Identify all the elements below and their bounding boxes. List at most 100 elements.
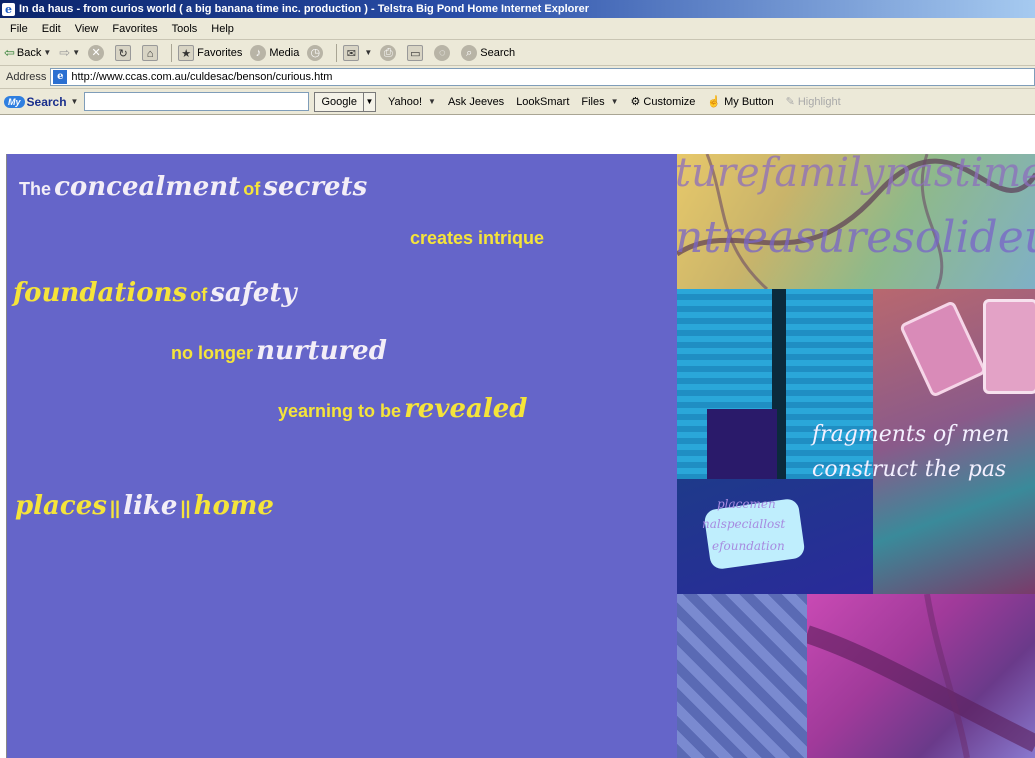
poem-word: secrets [263,172,368,202]
address-url: http://www.ccas.com.au/culdesac/benson/c… [71,71,333,83]
ask-jeeves-link[interactable]: Ask Jeeves [448,96,504,108]
poem-link-places[interactable]: places [15,491,107,521]
poem-line-6: places || like || home [15,491,274,521]
stop-button[interactable]: ✕ [88,44,107,61]
stop-icon: ✕ [88,44,105,61]
back-dropdown-icon[interactable]: ▼ [43,48,51,57]
toolbar-divider [336,43,338,62]
looksmart-link[interactable]: LookSmart [516,96,569,108]
customize-button[interactable]: ⚙ Customize [631,95,696,109]
address-bar: Address e http://www.ccas.com.au/culdesa… [0,66,1035,89]
poem-word: foundations [13,278,188,308]
home-button[interactable]: ⌂ [142,44,161,61]
yahoo-link[interactable]: Yahoo! ▼ [388,96,436,108]
yahoo-label: Yahoo! [387,95,423,108]
media-label: Media [269,46,300,59]
print-button[interactable]: ⎙ [380,44,399,61]
menu-tools[interactable]: Tools [166,23,206,35]
home-icon: ⌂ [142,44,159,61]
mysearch-logo[interactable]: My Search ▼ [4,95,78,109]
collage-small-text-2: nalspeciallost [702,517,786,531]
mysearch-toolbar: My Search ▼ Google ▼ Yahoo! ▼ Ask Jeeves… [0,89,1035,115]
standard-toolbar: ⇦ Back ▼ ⇨ ▼ ✕ ↻ ⌂ ★ Favorites ♪ Media ◷… [0,40,1035,66]
can-shape [898,300,988,398]
trunk-graphic [807,594,1035,758]
page-icon: e [53,70,68,84]
highlighter-icon: ✎ [785,96,795,108]
menu-help[interactable]: Help [205,23,242,35]
poem-panel: The concealment of secrets creates intri… [7,154,677,758]
favorites-button[interactable]: ★ Favorites [178,44,242,61]
poem-word: revealed [404,394,528,424]
history-button[interactable]: ◷ [307,44,326,61]
menu-view[interactable]: View [69,23,107,35]
highlight-label: Highlight [797,95,841,108]
ie-icon: e [2,2,15,16]
poem-word: of [190,285,208,305]
mysearch-label: Search [26,94,67,109]
media-icon: ♪ [250,44,267,61]
toolbar-divider [171,43,173,62]
address-input[interactable]: e http://www.ccas.com.au/culdesac/benson… [50,68,1035,86]
poem-separator: || [180,498,191,518]
collage-fence-tile [677,594,807,758]
back-label: Back [16,46,42,59]
menu-favorites[interactable]: Favorites [106,23,165,35]
mysearch-my-badge: My [4,95,25,108]
collage-fragment-line-2: construct the pas [812,457,1007,482]
poem-word: yearning to be [278,401,402,421]
files-link[interactable]: Files ▼ [581,96,618,108]
mail-dropdown-icon[interactable]: ▼ [364,48,372,57]
edit-button[interactable]: ▭ [407,44,426,61]
poem-line-4: no longer nurtured [171,336,387,366]
refresh-icon: ↻ [115,44,132,61]
messenger-button[interactable]: ◌ [434,44,453,61]
edit-icon: ▭ [407,44,424,61]
google-search-button[interactable]: Google [314,91,364,112]
search-label: Search [480,46,516,59]
mysearch-dropdown-icon[interactable]: ▼ [71,97,79,106]
address-label: Address [6,71,47,83]
search-input[interactable] [84,92,310,111]
engine-dropdown-icon[interactable]: ▼ [363,91,376,112]
yahoo-dropdown-icon[interactable]: ▼ [428,97,436,106]
files-label: Files [581,95,605,108]
collage-small-text-1: placemen [717,497,776,511]
collage-word-row2: ntreasuresolideur [677,212,1035,263]
media-button[interactable]: ♪ Media [250,44,300,61]
search-icon: ⌕ [461,44,478,61]
forward-button[interactable]: ⇨ ▼ [59,45,80,61]
poem-word: no longer [171,343,253,363]
poem-line-5: yearning to be revealed [278,394,527,424]
poem-link-like[interactable]: like [123,491,177,521]
history-icon: ◷ [307,44,324,61]
collage-image: turefamilypastime ntreasuresolideur plac… [677,154,1035,758]
poem-word: concealment [54,172,241,202]
collage-small-text-3: efoundation [712,539,785,553]
forward-dropdown-icon[interactable]: ▼ [72,48,80,57]
forward-arrow-icon: ⇨ [59,44,71,60]
collage-top-strip: turefamilypastime ntreasuresolideur [677,154,1035,289]
refresh-button[interactable]: ↻ [115,44,134,61]
collage-fragment-line-1: fragments of men [812,422,1010,447]
menu-file[interactable]: File [4,23,36,35]
poem-word: The [19,179,52,199]
poem-word: nurtured [256,336,387,366]
poem-line-1: The concealment of secrets [19,172,367,202]
can-shape [983,299,1035,394]
mail-icon: ✉ [343,44,360,61]
highlight-button[interactable]: ✎ Highlight [785,95,841,109]
window-title: In da haus - from curios world ( a big b… [19,3,590,15]
menu-edit[interactable]: Edit [36,23,69,35]
search-button[interactable]: ⌕ Search [461,44,516,61]
my-button-label: My Button [724,95,774,108]
files-dropdown-icon[interactable]: ▼ [611,97,619,106]
my-button[interactable]: ☝ My Button [707,95,774,109]
poem-word: of [243,179,261,199]
poem-link-home[interactable]: home [194,491,274,521]
back-button[interactable]: ⇦ Back ▼ [4,45,51,61]
mail-button[interactable]: ✉ ▼ [343,44,372,61]
print-icon: ⎙ [380,44,397,61]
messenger-icon: ◌ [434,44,451,61]
customize-label: Customize [643,95,696,108]
